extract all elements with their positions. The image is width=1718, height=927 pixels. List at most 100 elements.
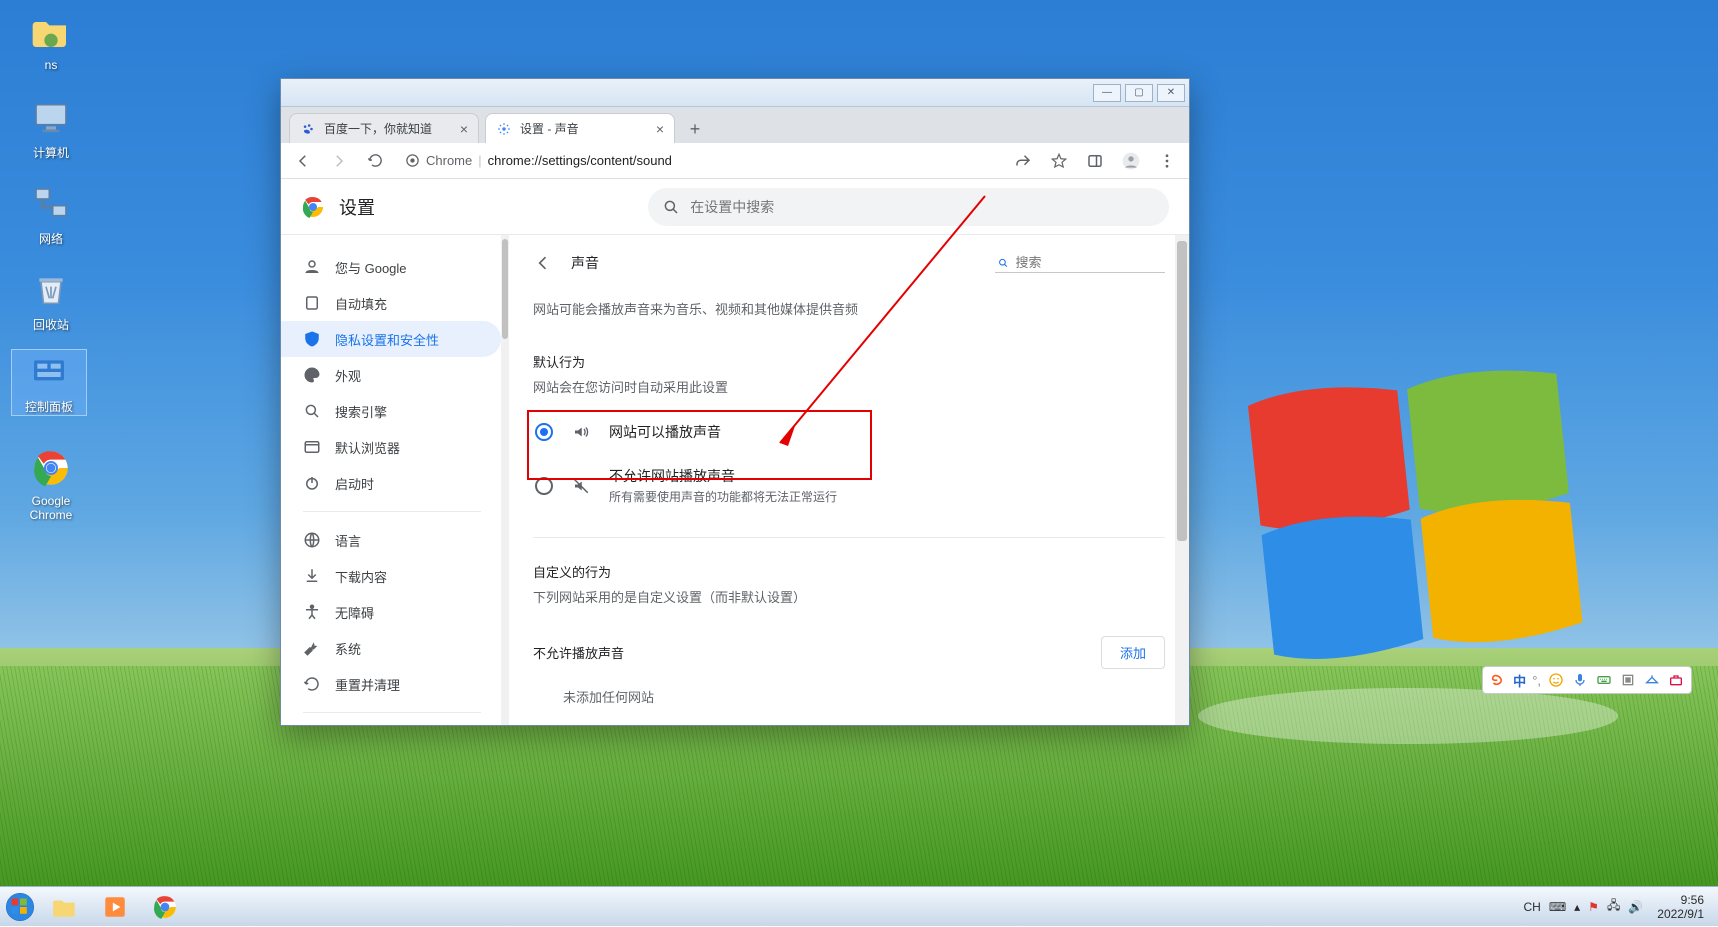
bookmark-button[interactable] xyxy=(1045,147,1073,175)
settings-side-nav[interactable]: 您与 Google 自动填充 隐私设置和安全性 外观 搜索引擎 默认浏览器 启动… xyxy=(281,235,501,725)
back-button[interactable] xyxy=(289,147,317,175)
emoji-icon[interactable] xyxy=(1547,671,1565,689)
desktop-icon-label: 回收站 xyxy=(33,318,69,332)
nav-search-engine[interactable]: 搜索引擎 xyxy=(281,393,501,429)
system-tray[interactable]: CH ⌨ ▴ ⚑ 🖧 🔊 9:56 2022/9/1 xyxy=(1523,889,1718,925)
nav-privacy-security[interactable]: 隐私设置和安全性 xyxy=(281,321,501,357)
task-media-player[interactable] xyxy=(91,889,139,925)
wrench-icon xyxy=(303,639,321,657)
profile-button[interactable] xyxy=(1117,147,1145,175)
volume-icon xyxy=(571,423,591,441)
custom-behavior-subtitle: 下列网站采用的是自定义设置（而非默认设置） xyxy=(533,587,1165,606)
network-icon xyxy=(29,182,73,226)
close-tab-button[interactable]: × xyxy=(460,121,468,137)
nav-label: 您与 Google xyxy=(335,258,407,277)
nav-reset[interactable]: 重置并清理 xyxy=(281,666,501,702)
sogou-ime-toolbar[interactable]: 中 °, xyxy=(1482,666,1692,694)
desktop-icon-computer[interactable]: 计算机 xyxy=(14,96,88,161)
radio-allow-sound[interactable]: 网站可以播放声音 xyxy=(533,410,1165,454)
desktop-icon-recycle-bin[interactable]: 回收站 xyxy=(14,268,88,333)
settings-search-box[interactable] xyxy=(648,188,1169,226)
skin-icon[interactable] xyxy=(1619,671,1637,689)
tray-language-indicator[interactable]: CH xyxy=(1523,900,1540,914)
taskbar[interactable]: CH ⌨ ▴ ⚑ 🖧 🔊 9:56 2022/9/1 xyxy=(0,886,1718,926)
new-tab-button[interactable]: + xyxy=(681,115,709,143)
nav-downloads[interactable]: 下载内容 xyxy=(281,558,501,594)
tray-network-icon[interactable]: 🖧 xyxy=(1607,896,1620,917)
mic-icon[interactable] xyxy=(1571,671,1589,689)
tab-baidu[interactable]: 百度一下，你就知道 × xyxy=(289,113,479,143)
keyboard-icon[interactable] xyxy=(1595,671,1613,689)
menu-button[interactable] xyxy=(1153,147,1181,175)
desktop-icon-network[interactable]: 网络 xyxy=(14,182,88,247)
reload-button[interactable] xyxy=(361,147,389,175)
tray-ime-icon[interactable]: ⌨ xyxy=(1549,900,1566,914)
ime-punct-icon[interactable]: °, xyxy=(1532,673,1541,688)
page-search-input[interactable] xyxy=(1015,255,1163,270)
nav-divider xyxy=(303,511,481,512)
tray-chevron-up-icon[interactable]: ▴ xyxy=(1574,900,1580,914)
settings-search-input[interactable] xyxy=(690,199,1155,215)
clock-time: 9:56 xyxy=(1657,893,1704,907)
side-nav-scrollbar[interactable] xyxy=(501,235,509,725)
close-window-button[interactable]: ✕ xyxy=(1157,84,1185,102)
nav-divider xyxy=(303,712,481,713)
hanger-icon[interactable] xyxy=(1643,671,1661,689)
desktop-icon-ns[interactable]: ns xyxy=(14,10,88,72)
power-icon xyxy=(303,474,321,492)
baidu-favicon-icon xyxy=(300,121,316,137)
desktop-icon-label: 控制面板 xyxy=(25,400,73,414)
content-scrollbar[interactable] xyxy=(1175,235,1189,725)
tab-strip[interactable]: 百度一下，你就知道 × 设置 - 声音 × + xyxy=(281,107,1189,143)
tab-title: 设置 - 声音 xyxy=(520,120,579,137)
tray-volume-icon[interactable]: 🔊 xyxy=(1628,900,1643,914)
nav-you-and-google[interactable]: 您与 Google xyxy=(281,249,501,285)
window-titlebar[interactable]: — ▢ ✕ xyxy=(281,79,1189,107)
palette-icon xyxy=(303,366,321,384)
scrollbar-thumb[interactable] xyxy=(502,239,508,339)
desktop[interactable]: ns 计算机 网络 回收站 控制面板 Google Chrome xyxy=(0,0,1718,926)
nav-label: 重置并清理 xyxy=(335,675,400,694)
nav-label: 语言 xyxy=(335,531,361,550)
ime-mode-label[interactable]: 中 xyxy=(1513,671,1526,690)
nav-default-browser[interactable]: 默认浏览器 xyxy=(281,429,501,465)
tab-settings-sound[interactable]: 设置 - 声音 × xyxy=(485,113,675,143)
nav-extensions[interactable]: 扩展程序 xyxy=(281,723,501,725)
close-tab-button[interactable]: × xyxy=(656,121,664,137)
maximize-button[interactable]: ▢ xyxy=(1125,84,1153,102)
share-button[interactable] xyxy=(1009,147,1037,175)
address-bar[interactable]: Chrome | chrome://settings/content/sound xyxy=(397,153,1001,168)
desktop-icon-chrome[interactable]: Google Chrome xyxy=(14,446,88,522)
radio-label: 网站可以播放声音 xyxy=(609,422,721,442)
nav-languages[interactable]: 语言 xyxy=(281,522,501,558)
desktop-icon-control-panel[interactable]: 控制面板 xyxy=(12,350,86,415)
toolbox-icon[interactable] xyxy=(1667,671,1685,689)
url-scheme-label: Chrome xyxy=(426,153,472,168)
page-search-box[interactable] xyxy=(995,253,1165,273)
start-button[interactable] xyxy=(0,887,40,927)
task-explorer[interactable] xyxy=(41,889,89,925)
nav-label: 外观 xyxy=(335,366,361,385)
url-path: chrome://settings/content/sound xyxy=(488,153,672,168)
minimize-button[interactable]: — xyxy=(1093,84,1121,102)
add-blocked-site-button[interactable]: 添加 xyxy=(1101,636,1165,669)
task-chrome[interactable] xyxy=(141,889,189,925)
forward-button[interactable] xyxy=(325,147,353,175)
radio-button[interactable] xyxy=(535,423,553,441)
search-icon xyxy=(997,256,1009,270)
nav-on-startup[interactable]: 启动时 xyxy=(281,465,501,501)
side-panel-button[interactable] xyxy=(1081,147,1109,175)
nav-accessibility[interactable]: 无障碍 xyxy=(281,594,501,630)
chrome-logo-icon xyxy=(301,195,325,219)
tray-flag-icon[interactable]: ⚑ xyxy=(1588,900,1599,914)
nav-appearance[interactable]: 外观 xyxy=(281,357,501,393)
scrollbar-thumb[interactable] xyxy=(1177,241,1187,541)
radio-block-sound[interactable]: 不允许网站播放声音 所有需要使用声音的功能都将无法正常运行 xyxy=(533,454,1165,517)
desktop-icon-label: 网络 xyxy=(39,232,63,246)
radio-button[interactable] xyxy=(535,477,553,495)
back-button[interactable] xyxy=(533,253,553,273)
tray-clock[interactable]: 9:56 2022/9/1 xyxy=(1651,889,1710,925)
settings-content[interactable]: 声音 网站可能会播放声音来为音乐、视频和其他媒体提供音频 默认行为 网站会在您访… xyxy=(509,235,1175,725)
nav-system[interactable]: 系统 xyxy=(281,630,501,666)
nav-autofill[interactable]: 自动填充 xyxy=(281,285,501,321)
